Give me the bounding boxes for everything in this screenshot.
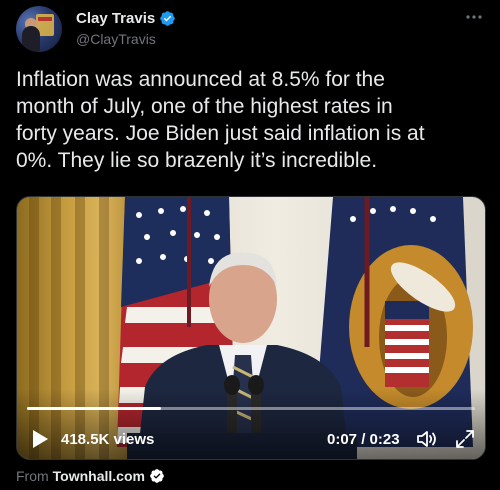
author-display-name[interactable]: Clay Travis	[76, 10, 155, 27]
author-handle[interactable]: @ClayTravis	[76, 31, 156, 47]
view-count: 418.5K views	[61, 431, 155, 448]
play-icon[interactable]	[31, 429, 49, 449]
avatar[interactable]	[16, 6, 62, 52]
video-player[interactable]: 418.5K views 0:07 / 0:23	[16, 196, 486, 460]
media-source: From Townhall.com	[16, 468, 165, 484]
tweet-header: Clay Travis @ClayTravis	[16, 6, 486, 54]
volume-icon[interactable]	[415, 427, 439, 451]
tweet-text: Inflation was announced at 8.5% for the …	[16, 68, 425, 172]
video-progress-bar[interactable]	[27, 407, 475, 410]
verified-badge-icon	[150, 469, 164, 483]
fullscreen-icon[interactable]	[453, 427, 477, 451]
more-options-icon[interactable]	[462, 12, 486, 30]
source-link[interactable]: Townhall.com	[53, 468, 145, 484]
video-time: 0:07 / 0:23	[327, 431, 400, 448]
verified-badge-icon	[160, 11, 175, 26]
author-name-row: Clay Travis	[76, 10, 176, 27]
source-prefix: From	[16, 468, 49, 484]
video-progress-fill	[27, 407, 162, 410]
